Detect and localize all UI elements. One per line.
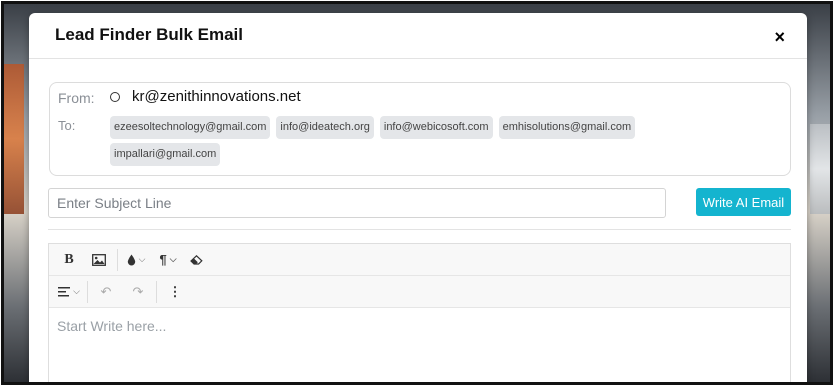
- editor-content[interactable]: Start Write here...: [49, 308, 790, 382]
- paragraph-button[interactable]: ¶ ⌵: [156, 248, 180, 272]
- divider: [48, 229, 791, 230]
- modal-header: Lead Finder Bulk Email ×: [29, 13, 807, 59]
- from-radio-icon[interactable]: [110, 92, 120, 102]
- recipient-chip[interactable]: emhisolutions@gmail.com: [498, 116, 636, 139]
- recipient-chip[interactable]: info@webicosoft.com: [379, 116, 493, 139]
- write-ai-email-button[interactable]: Write AI Email: [696, 188, 791, 216]
- image-icon[interactable]: [87, 248, 111, 272]
- toolbar-separator: [87, 280, 88, 303]
- paragraph-icon: ¶: [159, 252, 167, 267]
- align-button[interactable]: ⌵: [57, 280, 81, 304]
- recipient-chip[interactable]: info@ideatech.org: [276, 116, 374, 139]
- redo-icon[interactable]: ↷: [126, 280, 150, 304]
- rich-text-editor: B ⌵ ¶ ⌵ ⌵ ↶ ↷ ⋮ Start Write here...: [48, 243, 791, 382]
- chevron-down-icon: ⌵: [138, 254, 146, 264]
- more-options-icon[interactable]: ⋮: [163, 280, 187, 304]
- recipient-chip[interactable]: impallari@gmail.com: [110, 143, 221, 166]
- from-address: kr@zenithinnovations.net: [132, 88, 301, 105]
- bold-button[interactable]: B: [57, 248, 81, 272]
- chevron-down-icon: ⌵: [73, 286, 80, 296]
- editor-toolbar-row-2: ⌵ ↶ ↷ ⋮: [49, 276, 790, 308]
- recipient-chip[interactable]: ezeesoltechnology@gmail.com: [110, 116, 271, 139]
- subject-input[interactable]: [48, 188, 666, 218]
- eraser-icon[interactable]: [184, 248, 208, 272]
- modal-title: Lead Finder Bulk Email: [55, 25, 243, 44]
- toolbar-separator: [117, 248, 118, 271]
- align-left-icon: [58, 286, 71, 296]
- close-icon[interactable]: ×: [774, 28, 785, 46]
- bulk-email-modal: Lead Finder Bulk Email × From: kr@zenith…: [29, 13, 807, 382]
- background-right: [810, 124, 830, 214]
- to-recipients: ezeesoltechnology@gmail.com info@ideatec…: [110, 116, 670, 166]
- background-left: [4, 64, 24, 214]
- toolbar-separator: [156, 280, 157, 303]
- editor-toolbar-row-1: B ⌵ ¶ ⌵: [49, 244, 790, 276]
- from-label: From:: [58, 90, 95, 106]
- recipients-box: From: kr@zenithinnovations.net To: ezees…: [49, 82, 791, 176]
- chevron-down-icon: ⌵: [169, 254, 177, 264]
- screenshot-frame: Lead Finder Bulk Email × From: kr@zenith…: [1, 1, 833, 385]
- to-label: To:: [58, 118, 76, 133]
- ink-drop-icon[interactable]: ⌵: [124, 248, 148, 272]
- undo-icon[interactable]: ↶: [94, 280, 118, 304]
